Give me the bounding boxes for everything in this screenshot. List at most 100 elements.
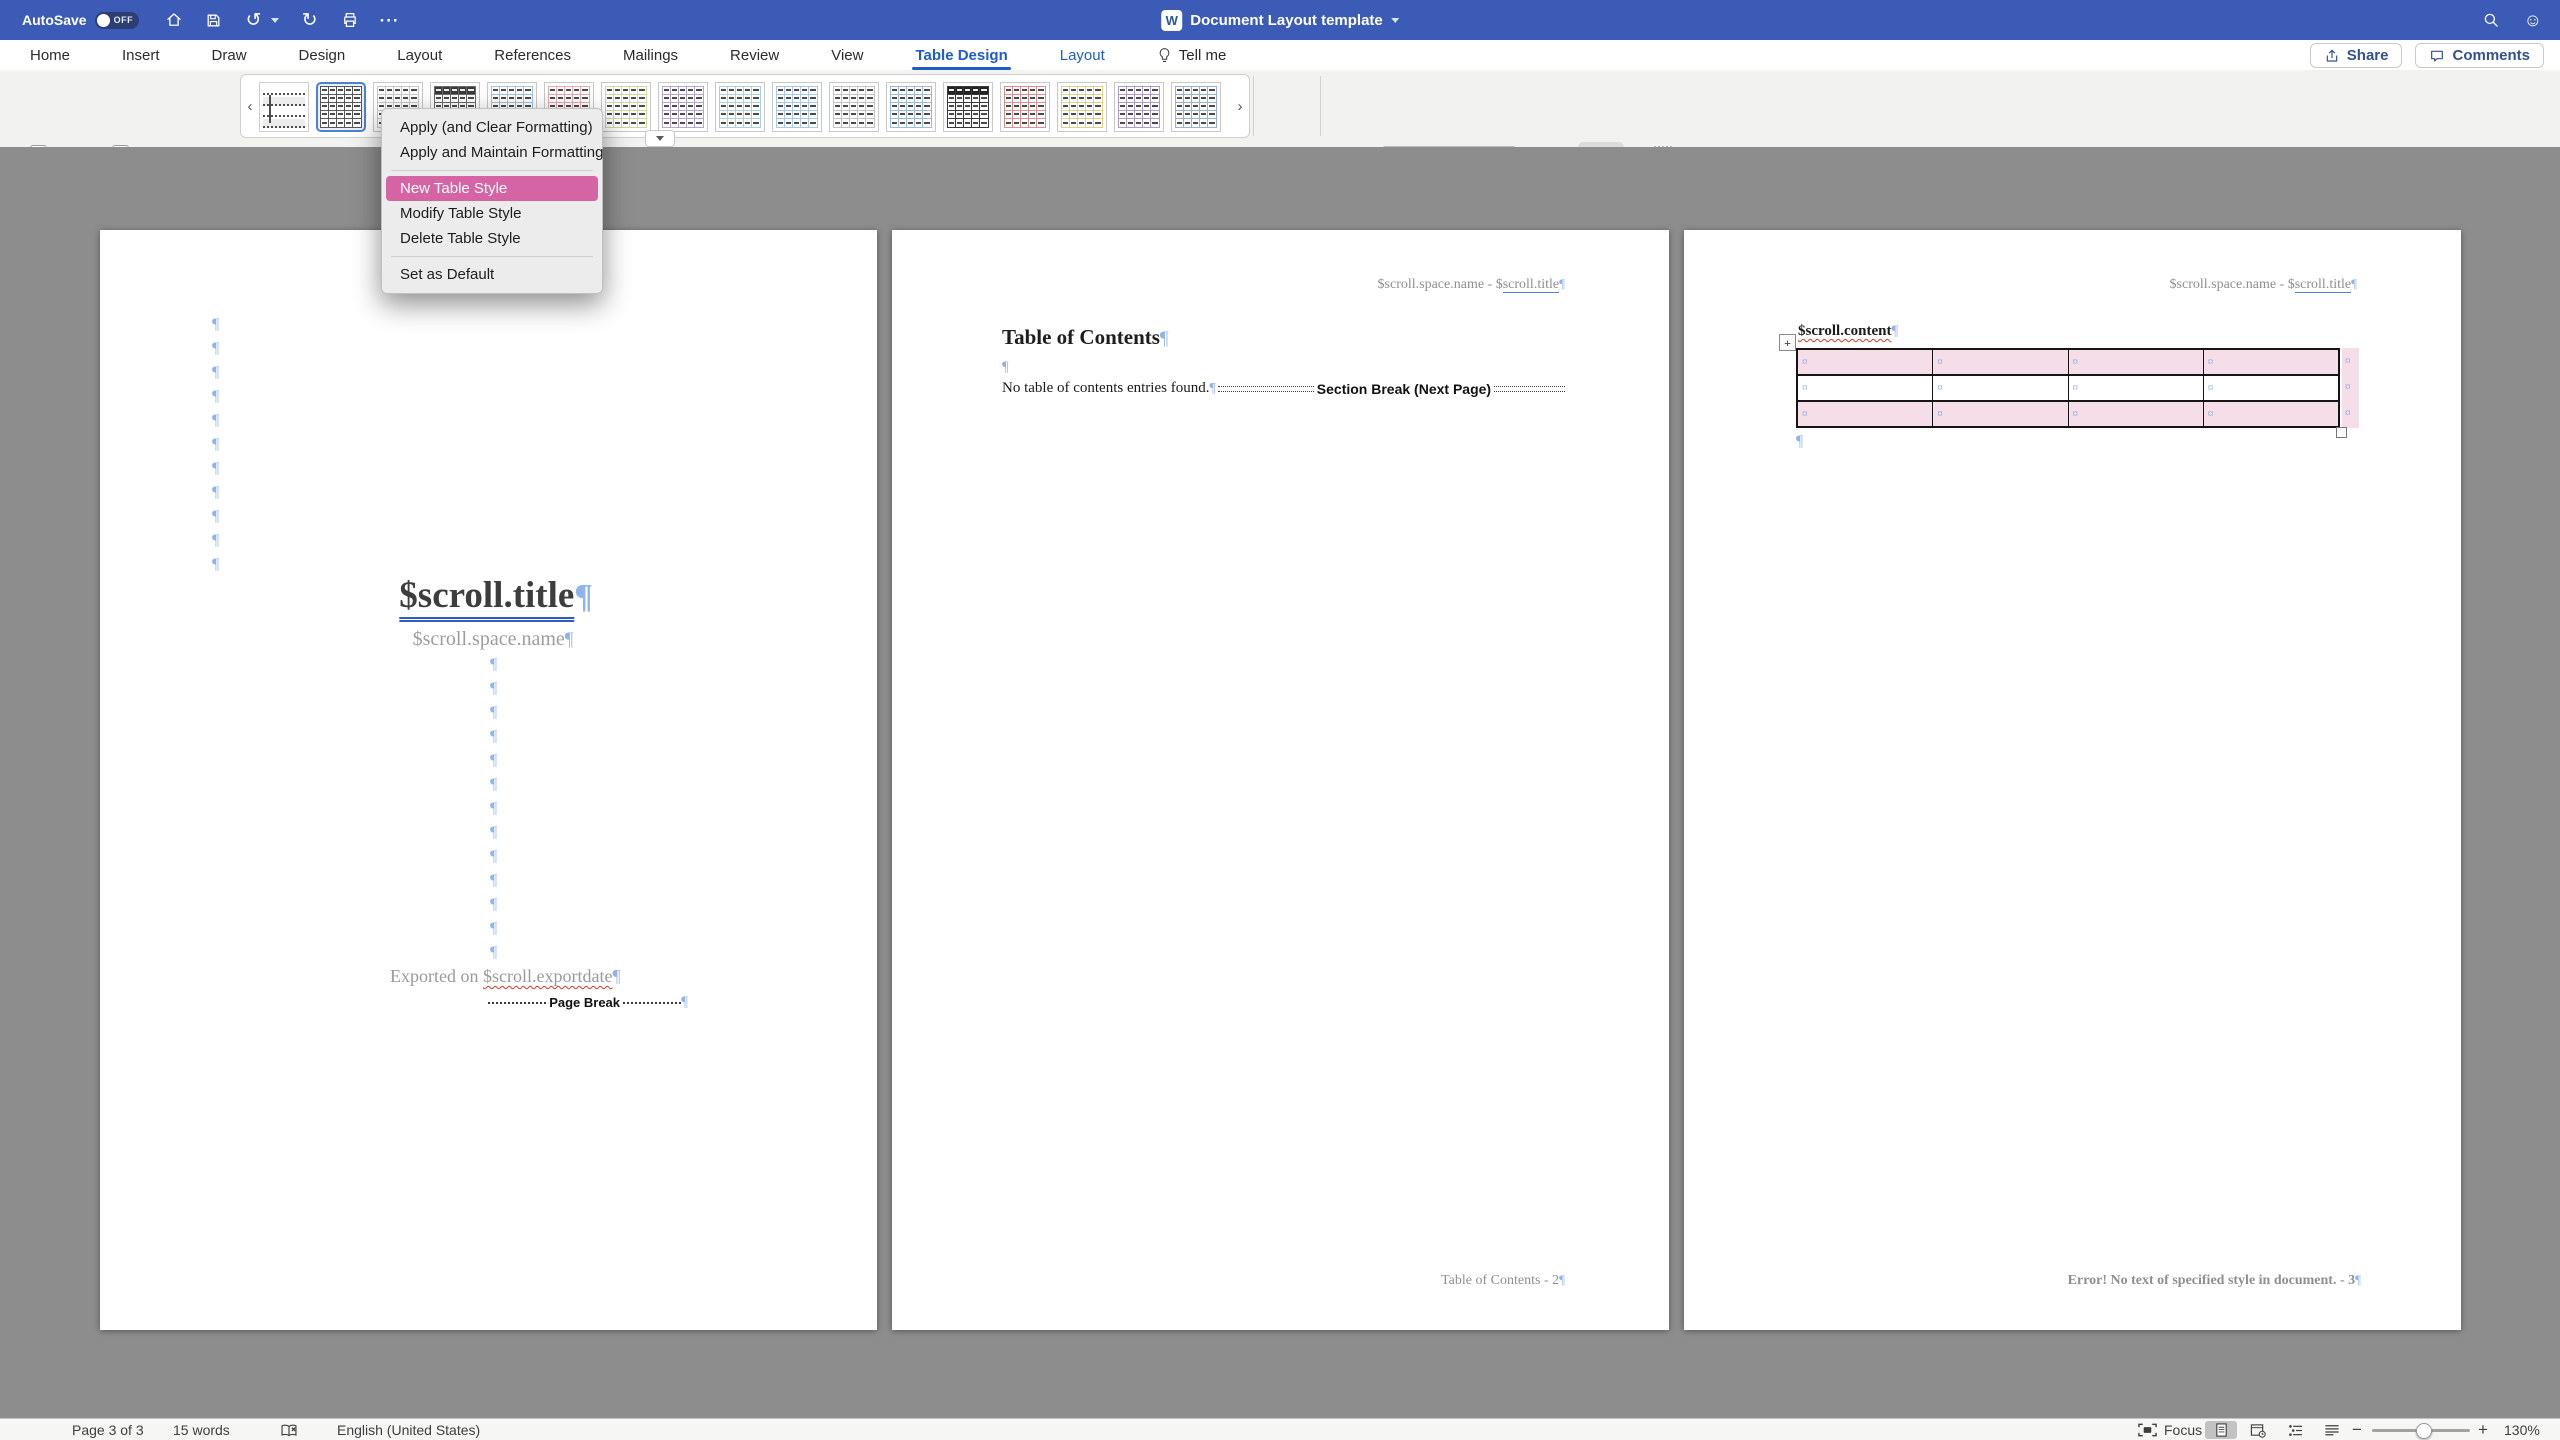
zoom-percentage[interactable]: 130% [2504,1419,2540,1440]
cell-end-marker: ¤ [1933,382,1943,394]
tab-review[interactable]: Review [730,40,779,70]
zoom-slider-thumb[interactable] [2416,1423,2432,1439]
autosave-switch[interactable]: OFF [95,12,139,29]
page-2[interactable]: $scroll.space.name - $scroll.title¶ Tabl… [892,230,1669,1330]
tab-design[interactable]: Design [299,40,346,70]
table-cell[interactable]: ¤ [2069,350,2204,374]
word-count[interactable]: 15 words [173,1419,230,1440]
home-icon[interactable] [165,11,183,29]
menu-item-delete-table-style[interactable]: Delete Table Style [386,226,598,251]
undo-chevron-down-icon[interactable] [271,18,279,23]
table-row[interactable]: ¤¤¤¤ [1798,402,2338,426]
search-icon[interactable] [2482,11,2500,29]
table-style-grid-black-dense[interactable] [943,82,993,132]
table-cell[interactable]: ¤ [2204,402,2338,426]
zoom-in-button[interactable]: + [2478,1419,2488,1440]
gallery-scroll-left-icon[interactable]: ‹ [241,98,259,115]
focus-button[interactable]: Focus [2138,1419,2202,1440]
table-style-table-normal[interactable] [259,82,309,132]
table-cell[interactable]: ¤ [1798,402,1933,426]
table-style-table-grid[interactable] [316,82,366,132]
autosave-knob [97,14,110,27]
save-icon[interactable] [205,11,223,29]
cell-end-marker: ¤ [1798,382,1808,394]
zoom-out-button[interactable]: − [2352,1419,2362,1440]
table-cell[interactable]: ¤ [1933,376,2068,400]
tab-tell-me[interactable]: Tell me [1157,47,1227,64]
cell-end-marker: ¤ [2204,408,2214,420]
page-3[interactable]: $scroll.space.name - $scroll.title¶ $scr… [1684,230,2461,1330]
table-resize-handle[interactable] [2336,427,2347,438]
table-row[interactable]: ¤¤¤¤ [1798,350,2338,376]
pilcrow-mark: ¶ [212,409,219,433]
feedback-smiley-icon[interactable]: ☺ [2524,10,2542,31]
pilcrow-mark: ¶ [490,677,497,701]
table-style-grid-aqua[interactable] [715,82,765,132]
pilcrow-mark: ¶ [490,845,497,869]
menu-item-apply-clear[interactable]: Apply (and Clear Formatting) [386,115,598,140]
redo-icon[interactable]: ↻ [301,11,319,29]
cell-end-marker: ¤ [2069,408,2079,420]
tab-references[interactable]: References [494,40,571,70]
more-icon[interactable]: ··· [381,11,399,29]
gallery-scroll-right-icon[interactable]: › [1231,98,1249,115]
menu-item-set-as-default[interactable]: Set as Default [386,262,598,287]
share-button[interactable]: Share [2310,43,2403,68]
table-style-context-menu: Apply (and Clear Formatting) Apply and M… [381,108,603,294]
table-cell[interactable]: ¤ [2204,376,2338,400]
tab-mailings[interactable]: Mailings [623,40,678,70]
table-style-grid-purple[interactable] [1114,82,1164,132]
table-style-grid-olive[interactable] [601,82,651,132]
pilcrow-mark: ¶ [212,385,219,409]
table-style-grid-blue-2[interactable] [772,82,822,132]
tab-table-layout[interactable]: Layout [1060,40,1105,70]
autosave-toggle[interactable]: AutoSave OFF [22,12,139,29]
empty-paragraph-column: ¶¶¶¶¶¶¶¶¶¶¶ [212,313,219,577]
table-style-grid-blue-4[interactable] [1171,82,1221,132]
tab-view[interactable]: View [831,40,863,70]
undo-icon[interactable]: ↺ [245,11,263,29]
page-1[interactable]: ¶¶¶¶¶¶¶¶¶¶¶ $scroll.title¶ $scroll.space… [100,230,877,1330]
title-chevron-down-icon[interactable] [1391,18,1399,23]
table-cell[interactable]: ¤ [2069,376,2204,400]
tab-insert[interactable]: Insert [122,40,160,70]
tab-home[interactable]: Home [30,40,70,70]
web-layout-view-button[interactable] [2242,1421,2274,1439]
cell-end-marker: ¤ [2069,356,2079,368]
proofing-status-icon[interactable] [280,1419,298,1440]
table-cell[interactable]: ¤ [1798,376,1933,400]
comment-icon [2429,48,2445,64]
exported-on-line: Exported on $scroll.exportdate¶ [390,966,621,987]
table-style-grid-gray[interactable] [829,82,879,132]
table-style-grid-red[interactable] [1000,82,1050,132]
document-title-group[interactable]: W Document Layout template [1161,0,1399,40]
tab-layout[interactable]: Layout [397,40,442,70]
table-style-grid-lavender[interactable] [658,82,708,132]
table-cell[interactable]: ¤ [2204,350,2338,374]
table-cell[interactable]: ¤ [2069,402,2204,426]
cell-end-marker: ¤ [2204,382,2214,394]
table-style-grid-yellow[interactable] [1057,82,1107,132]
table-style-grid-blue-3[interactable] [886,82,936,132]
table-cell[interactable]: ¤ [1798,350,1933,374]
print-layout-view-button[interactable] [2205,1421,2237,1439]
draft-view-button[interactable] [2316,1421,2348,1439]
menu-item-new-table-style[interactable]: New Table Style [386,176,598,201]
table-cell[interactable]: ¤ [1933,402,2068,426]
table-move-handle[interactable]: + [1779,334,1796,351]
print-icon[interactable] [341,11,359,29]
cell-end-marker: ¤ [1933,356,1943,368]
tab-draw[interactable]: Draw [212,40,247,70]
tab-table-design[interactable]: Table Design [915,40,1007,70]
menu-item-modify-table-style[interactable]: Modify Table Style [386,201,598,226]
language-selector[interactable]: English (United States) [337,1419,480,1440]
table-row[interactable]: ¤¤¤¤ [1798,376,2338,402]
content-table[interactable]: ¤¤¤¤¤¤¤¤¤¤¤¤ [1796,348,2340,428]
outline-view-button[interactable] [2280,1421,2312,1439]
gallery-expand-button[interactable] [645,130,675,147]
page-info[interactable]: Page 3 of 3 [72,1419,144,1440]
table-cell[interactable]: ¤ [1933,350,2068,374]
comments-button[interactable]: Comments [2415,43,2544,68]
cell-end-marker: ¤ [1798,408,1808,420]
menu-item-apply-maintain[interactable]: Apply and Maintain Formatting [386,140,598,165]
